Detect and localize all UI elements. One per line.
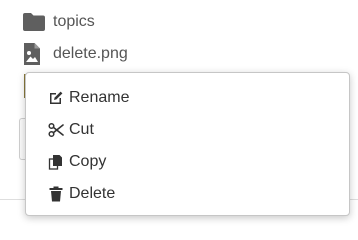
menu-item-label: Cut <box>69 121 94 138</box>
file-item-topics[interactable]: topics <box>22 8 95 36</box>
image-file-icon <box>22 42 48 66</box>
menu-item-label: Copy <box>69 153 107 170</box>
pencil-edit-icon <box>48 90 64 106</box>
menu-item-delete[interactable]: Delete <box>26 179 349 209</box>
copy-icon <box>48 154 64 170</box>
file-name: topics <box>53 13 95 30</box>
menu-item-copy[interactable]: Copy <box>26 147 349 177</box>
trash-icon <box>48 186 64 202</box>
menu-item-label: Delete <box>69 185 116 202</box>
folder-icon <box>22 10 48 34</box>
context-menu: Rename Cut Copy Delete <box>25 72 350 216</box>
menu-item-rename[interactable]: Rename <box>26 83 349 113</box>
scissors-icon <box>48 122 64 138</box>
file-item-delete-png[interactable]: delete.png <box>22 40 128 68</box>
menu-item-label: Rename <box>69 89 130 106</box>
file-name: delete.png <box>53 45 128 62</box>
menu-item-cut[interactable]: Cut <box>26 115 349 145</box>
